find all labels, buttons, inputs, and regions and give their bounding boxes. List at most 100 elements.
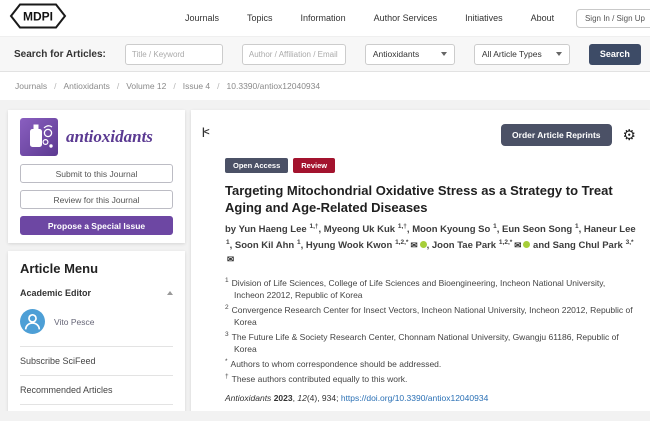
author-affiliation-marker: 3,* — [624, 239, 634, 246]
academic-editor-toggle[interactable]: Academic Editor — [20, 288, 173, 298]
article-menu-title: Article Menu — [20, 261, 173, 276]
email-icon[interactable]: ✉ — [410, 240, 417, 250]
sidebar-item-related-info-links[interactable]: Related Info Links — [20, 404, 173, 411]
email-icon[interactable]: ✉ — [227, 254, 234, 264]
citation-text: (4), 934; — [307, 393, 341, 403]
doi-link[interactable]: https://doi.org/10.3390/antiox12040934 — [341, 393, 488, 403]
article-title: Targeting Mitochondrial Oxidative Stress… — [225, 183, 636, 216]
author-name[interactable]: Joon Tae Park — [432, 240, 496, 251]
article-toolbar: Order Article Reprints ⚙ — [225, 124, 636, 146]
affiliation-marker: † — [225, 373, 229, 380]
breadcrumb-item[interactable]: Antioxidants — [64, 81, 110, 91]
sidebar-button-submit-to-this-journal[interactable]: Submit to this Journal — [20, 164, 173, 183]
author-affiliation-input[interactable] — [242, 44, 346, 65]
nav-item-information[interactable]: Information — [301, 13, 346, 23]
nav-item-author-services[interactable]: Author Services — [374, 13, 438, 23]
author-affiliation-marker: 1 — [573, 223, 578, 230]
citation: Antioxidants 2023, 12(4), 934; https://d… — [225, 393, 636, 403]
affiliations: 1Division of Life Sciences, College of L… — [225, 276, 636, 385]
affiliation-text: Authors to whom correspondence should be… — [231, 359, 442, 369]
affiliation-text: These authors contributed equally to thi… — [232, 374, 408, 384]
academic-editor-name: Vito Pesce — [54, 317, 94, 327]
article-menu-links: Subscribe SciFeed Recommended Articles Rel… — [20, 346, 173, 411]
nav-item-journals[interactable]: Journals — [185, 13, 219, 23]
svg-text:MDPI: MDPI — [23, 9, 53, 23]
orcid-icon[interactable] — [523, 241, 530, 248]
by-label: by — [225, 224, 239, 235]
badge-open-access[interactable]: Open Access — [225, 158, 288, 173]
author-name[interactable]: Hyung Wook Kwon — [306, 240, 392, 251]
sidebar-item-subscribe-scifeed[interactable]: Subscribe SciFeed — [20, 346, 173, 375]
affiliation-row: 3The Future Life & Society Research Cent… — [225, 330, 636, 355]
nav-item-initiatives[interactable]: Initiatives — [465, 13, 503, 23]
author-name[interactable]: Eun Seon Song — [502, 224, 572, 235]
article-type-select[interactable]: All Article Types — [474, 44, 570, 65]
author-affiliation-marker: 1,2,* — [497, 239, 512, 246]
breadcrumb-separator: / — [54, 81, 56, 91]
title-keyword-input[interactable] — [125, 44, 223, 65]
search-bar: Search for Articles: Antioxidants All Ar… — [0, 36, 650, 72]
affiliation-row: *Authors to whom correspondence should b… — [225, 357, 636, 370]
mdpi-hexagon-icon: MDPI — [8, 2, 68, 30]
badge-review[interactable]: Review — [293, 158, 335, 173]
breadcrumb-item[interactable]: Issue 4 — [183, 81, 210, 91]
author-name[interactable]: Soon Kil Ahn — [235, 240, 294, 251]
affiliation-row: †These authors contributed equally to th… — [225, 372, 636, 385]
breadcrumb-separator: / — [173, 81, 175, 91]
author-name[interactable]: Moon Kyoung So — [412, 224, 490, 235]
email-icon[interactable]: ✉ — [514, 240, 521, 250]
journal-name: antioxidants — [66, 127, 153, 147]
signin-button[interactable]: Sign In / Sign Up — [576, 9, 650, 28]
badges: Open Access Review — [225, 158, 636, 173]
author-affiliation-marker: 1,2,* — [393, 239, 408, 246]
mdpi-logo[interactable]: MDPI — [8, 2, 68, 35]
gear-icon[interactable]: ⚙ — [623, 128, 636, 143]
author-name[interactable]: Haneur Lee — [584, 224, 636, 235]
avatar — [20, 309, 45, 334]
submission-dates: Submission received: 6 March 2023 / Revi… — [225, 410, 617, 411]
author-affiliation-marker: 1 — [295, 239, 300, 246]
affiliation-marker: 1 — [225, 277, 229, 284]
nav-item-about[interactable]: About — [531, 13, 555, 23]
citation-journal: Antioxidants — [225, 393, 271, 403]
orcid-icon[interactable] — [420, 241, 427, 248]
sidebar-item-recommended-articles[interactable]: Recommended Articles — [20, 375, 173, 404]
breadcrumb-item[interactable]: 10.3390/antiox12040934 — [227, 81, 321, 91]
affiliation-text: Division of Life Sciences, College of Li… — [232, 278, 606, 300]
journal-card: antioxidants Submit to this Journal Revie… — [8, 110, 185, 243]
author-name[interactable]: Sang Chul Park — [553, 240, 623, 251]
author-list: by Yun Haeng Lee 1,†, Myeong Uk Kuk 1,†,… — [225, 222, 636, 267]
affiliation-row: 2Convergence Research Center for Insect … — [225, 303, 636, 328]
breadcrumb-item[interactable]: Journals — [15, 81, 47, 91]
main-nav: Journals Topics Information Author Services… — [185, 0, 554, 36]
chevron-up-icon — [167, 291, 173, 295]
antioxidants-logo-icon — [20, 118, 58, 156]
author-affiliation-marker: 1,† — [308, 223, 319, 230]
sidebar: antioxidants Submit to this Journal Revie… — [8, 110, 185, 411]
journal-logo[interactable]: antioxidants — [20, 118, 173, 156]
journal-select[interactable]: Antioxidants — [365, 44, 455, 65]
affiliation-text: The Future Life & Society Research Cente… — [232, 332, 619, 354]
author-affiliation-marker: 1 — [491, 223, 496, 230]
header: MDPI Journals Topics Information Author Ser… — [0, 0, 650, 36]
breadcrumb-item[interactable]: Volume 12 — [126, 81, 166, 91]
search-button[interactable]: Search — [589, 44, 641, 65]
sidebar-button-review-for-this-journal[interactable]: Review for this Journal — [20, 190, 173, 209]
order-reprints-button[interactable]: Order Article Reprints — [501, 124, 612, 146]
article-main: |< Order Article Reprints ⚙ Open Access R… — [191, 110, 650, 411]
academic-editor[interactable]: Vito Pesce — [20, 306, 173, 346]
author-name[interactable]: Myeong Uk Kuk — [324, 224, 395, 235]
journal-select-value: Antioxidants — [373, 49, 419, 59]
sidebar-button-propose-a-special-issue[interactable]: Propose a Special Issue — [20, 216, 173, 235]
sidebar-item-label: Recommended Articles — [20, 385, 113, 395]
search-label: Search for Articles: — [14, 49, 106, 60]
nav-item-topics[interactable]: Topics — [247, 13, 273, 23]
journal-actions: Submit to this Journal Review for this Jo… — [20, 164, 173, 235]
chevron-down-icon — [556, 52, 562, 56]
page: MDPI Journals Topics Information Author Ser… — [0, 0, 650, 421]
collapse-sidebar-icon[interactable]: |< — [202, 127, 209, 138]
author-name[interactable]: Yun Haeng Lee — [239, 224, 307, 235]
affiliation-marker: 3 — [225, 331, 229, 338]
breadcrumb-separator: / — [217, 81, 219, 91]
article-menu-card: Article Menu Academic Editor Vito Pesce … — [8, 251, 185, 411]
